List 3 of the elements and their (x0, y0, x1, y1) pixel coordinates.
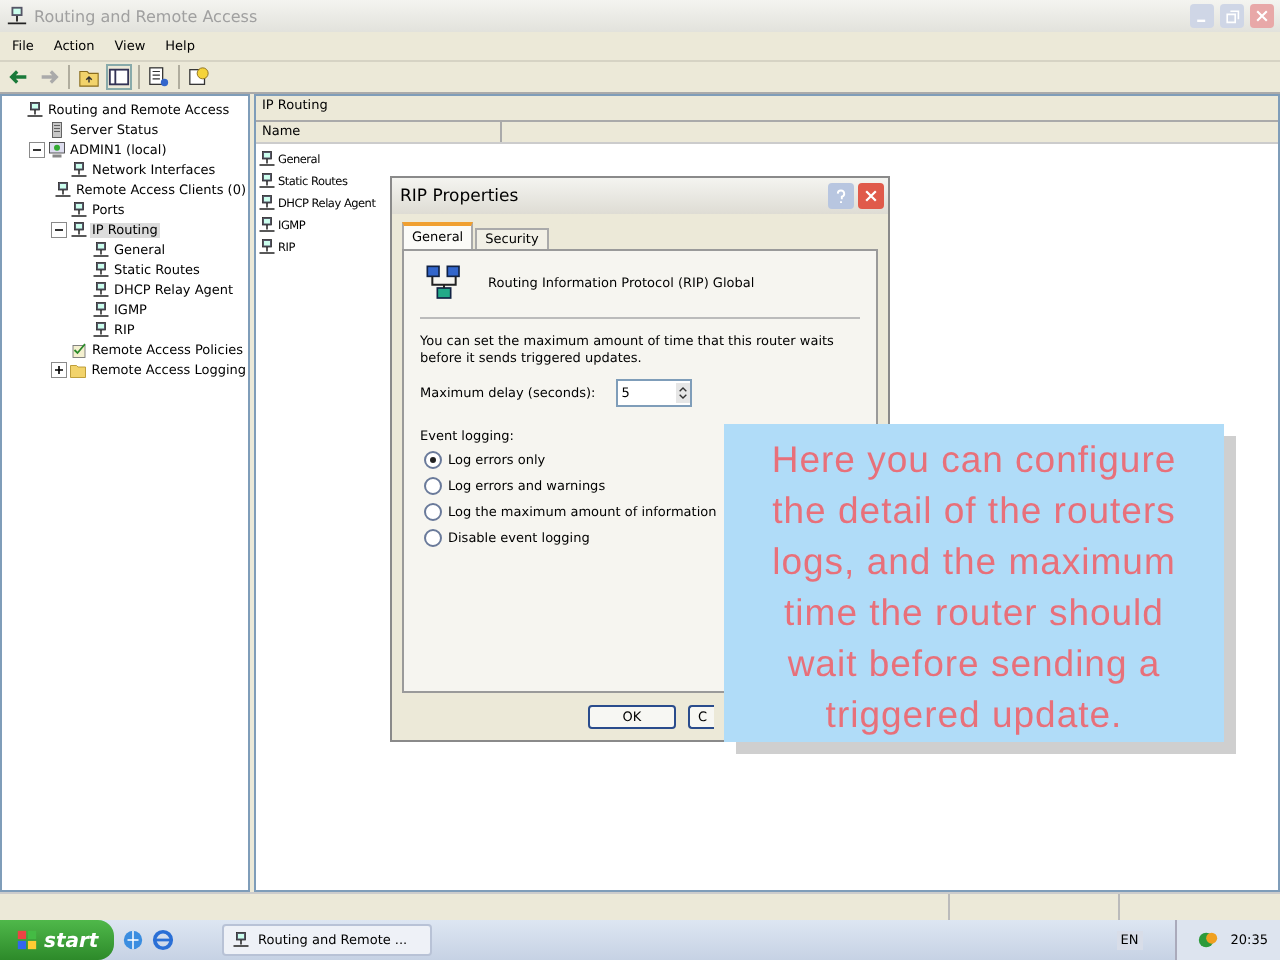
callout-note: Here you can configure the detail of the routers logs, and the maximum time the router should wait before sending a triggered update. (724, 424, 1224, 742)
dialog-title: RIP Properties (400, 186, 519, 206)
window-title: Routing and Remote Access (34, 6, 258, 26)
